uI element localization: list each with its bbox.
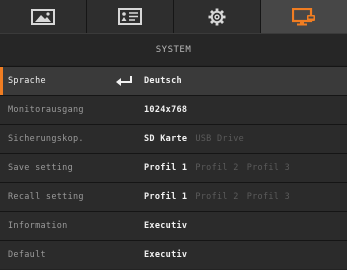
option-usb-drive[interactable]: USB Drive [195, 134, 244, 144]
osd-menu: SYSTEM Sprache Deutsch Monitorausgang 10… [0, 0, 347, 270]
setting-values: Profil 1 Profil 2 Profil 3 [144, 183, 290, 211]
setting-values: Deutsch [144, 67, 182, 95]
tab-presentation[interactable] [87, 0, 174, 33]
setting-values: Executiv [144, 212, 187, 240]
setting-row-recall-setting[interactable]: Recall setting Profil 1 Profil 2 Profil … [0, 182, 347, 211]
setting-row-language[interactable]: Sprache Deutsch [0, 66, 347, 95]
setting-row-monitor-output[interactable]: Monitorausgang 1024x768 [0, 95, 347, 124]
setting-values: Profil 1 Profil 2 Profil 3 [144, 154, 290, 182]
setting-values: SD Karte USB Drive [144, 125, 244, 153]
settings-list: Sprache Deutsch Monitorausgang 1024x768 … [0, 66, 347, 269]
option-profile-3[interactable]: Profil 3 [247, 192, 290, 202]
monitor-icon [292, 7, 315, 25]
option-profile-1[interactable]: Profil 1 [144, 192, 187, 202]
setting-label: Sicherungskop. [8, 134, 84, 144]
gear-icon [208, 8, 226, 25]
tab-settings[interactable] [174, 0, 261, 33]
presentation-icon [118, 8, 142, 25]
option-deutsch[interactable]: Deutsch [144, 76, 182, 86]
option-profile-2[interactable]: Profil 2 [195, 163, 238, 173]
setting-values: 1024x768 [144, 96, 187, 124]
tab-bar [0, 0, 347, 34]
option-profile-1[interactable]: Profil 1 [144, 163, 187, 173]
setting-label: Sprache [8, 76, 46, 86]
setting-row-default[interactable]: Default Executiv [0, 240, 347, 269]
option-sd-card[interactable]: SD Karte [144, 134, 187, 144]
setting-label: Default [8, 250, 46, 260]
option-resolution[interactable]: 1024x768 [144, 105, 187, 115]
option-profile-2[interactable]: Profil 2 [195, 192, 238, 202]
option-profile-3[interactable]: Profil 3 [247, 163, 290, 173]
tab-image[interactable] [0, 0, 87, 33]
selection-indicator [0, 67, 3, 95]
setting-row-backup[interactable]: Sicherungskop. SD Karte USB Drive [0, 124, 347, 153]
setting-label: Save setting [8, 163, 74, 173]
tab-system[interactable] [261, 0, 347, 33]
enter-arrow-icon [116, 76, 132, 86]
image-icon [31, 8, 55, 25]
setting-label: Recall setting [8, 192, 84, 202]
setting-label: Monitorausgang [8, 105, 84, 115]
information-value: Executiv [144, 221, 188, 231]
setting-label: Information [8, 221, 68, 231]
section-title: SYSTEM [0, 34, 347, 65]
setting-row-information[interactable]: Information Executiv [0, 211, 347, 240]
default-value[interactable]: Executiv [144, 250, 187, 260]
setting-values: Executiv [144, 241, 187, 269]
setting-row-save-setting[interactable]: Save setting Profil 1 Profil 2 Profil 3 [0, 153, 347, 182]
